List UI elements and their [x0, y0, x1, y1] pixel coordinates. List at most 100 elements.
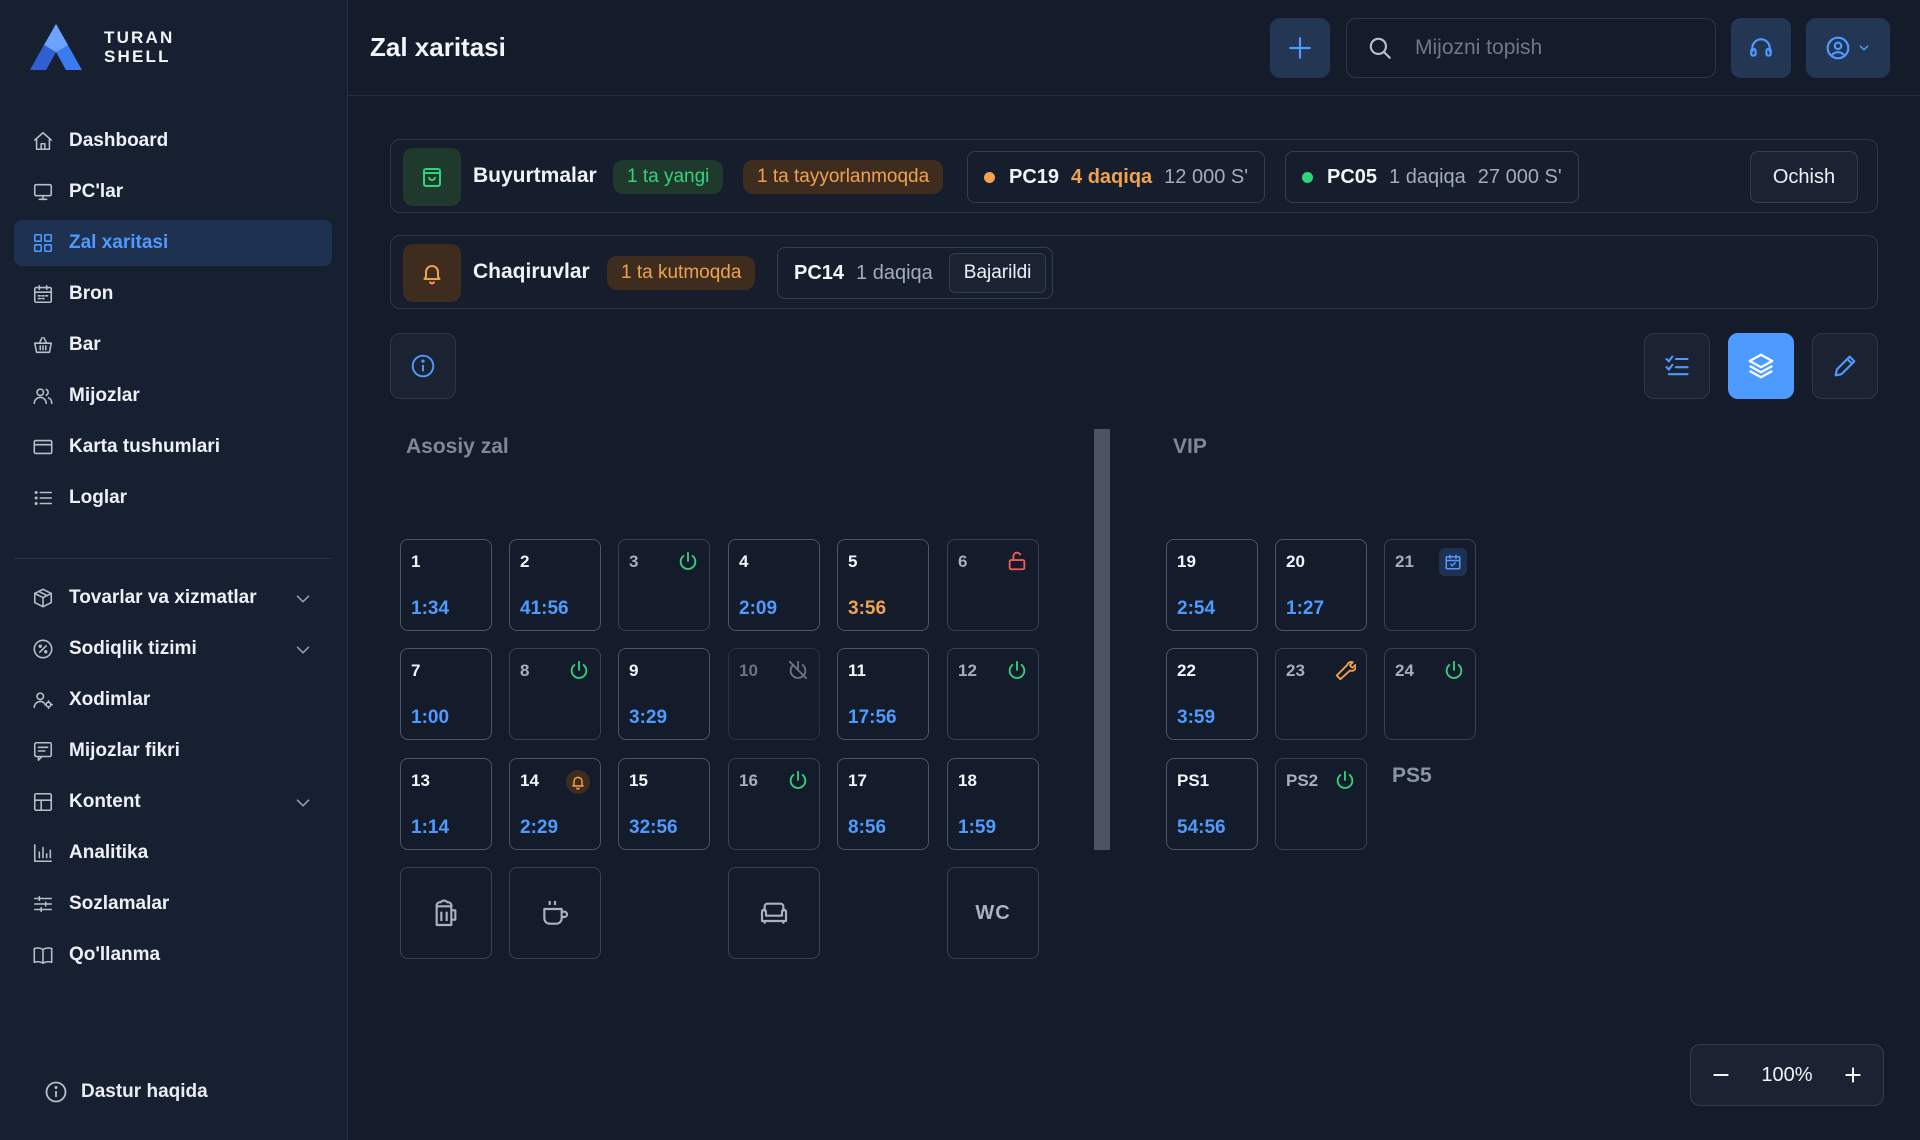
pc-tile[interactable]: 16 [728, 758, 820, 850]
sidebar-nav-main: Dashboard PC'lar Zal xaritasi Bron Bar Mijozl… [14, 118, 332, 526]
layout-icon [30, 789, 56, 815]
search-input[interactable]: Mijozni topish [1346, 18, 1716, 78]
orders-open-button[interactable]: Ochish [1750, 151, 1858, 203]
layers-icon [1748, 353, 1774, 379]
pc-tile[interactable]: 10 [728, 648, 820, 740]
order-chip[interactable]: PC19 4 daqiqa 12 000 S' [967, 151, 1266, 203]
pc-tile[interactable]: 15 32:56 [618, 758, 710, 850]
coffee-tile[interactable] [509, 867, 601, 959]
sidebar-item-bron[interactable]: Bron [14, 271, 332, 317]
pc-tile[interactable]: 6 [947, 539, 1039, 631]
sidebar-item-bar[interactable]: Bar [14, 322, 332, 368]
pc-tile[interactable]: 8 [509, 648, 601, 740]
pc-tile[interactable]: PS1 54:56 [1166, 758, 1258, 850]
sidebar-item-sodiqlik-tizimi[interactable]: Sodiqlik tizimi [14, 626, 332, 672]
sofa-tile[interactable] [728, 867, 820, 959]
orders-new-badge[interactable]: 1 ta yangi [613, 160, 724, 194]
about-link[interactable]: Dastur haqida [44, 1080, 208, 1104]
session-time: 32:56 [629, 817, 678, 838]
wc-tile[interactable]: WC [947, 867, 1039, 959]
pc-tile[interactable]: 23 [1275, 648, 1367, 740]
sidebar-item-analitika[interactable]: Analitika [14, 830, 332, 876]
pc-tile[interactable]: 11 17:56 [837, 648, 929, 740]
session-time: 1:34 [411, 598, 450, 619]
pc-number: 21 [1395, 552, 1414, 571]
pc-tile[interactable]: 13 1:14 [400, 758, 492, 850]
calendar-icon [30, 281, 56, 307]
order-amount: 12 000 S' [1164, 165, 1249, 188]
pc-tile[interactable]: 7 1:00 [400, 648, 492, 740]
about-label: Dastur haqida [81, 1081, 208, 1102]
sidebar-item-loglar[interactable]: Loglar [14, 475, 332, 521]
logo[interactable]: TURAN SHELL [28, 22, 175, 72]
sidebar-item-kontent[interactable]: Kontent [14, 779, 332, 825]
layers-view-button[interactable] [1728, 333, 1794, 399]
add-button[interactable] [1270, 18, 1330, 78]
legend-info-button[interactable] [390, 333, 456, 399]
chevron-down-icon[interactable] [292, 639, 314, 661]
session-time: 3:29 [629, 707, 668, 728]
sidebar-item-mijozlar[interactable]: Mijozlar [14, 373, 332, 419]
pc-tile[interactable]: 4 2:09 [728, 539, 820, 631]
pc-tile[interactable]: 21 [1384, 539, 1476, 631]
orders-bar: Buyurtmalar 1 ta yangi 1 ta tayyorlanmoq… [390, 139, 1878, 213]
pc-tile[interactable]: 24 [1384, 648, 1476, 740]
zoom-in-button[interactable] [1823, 1045, 1883, 1105]
pc-tile[interactable]: 18 1:59 [947, 758, 1039, 850]
session-time: 1:27 [1286, 598, 1325, 619]
session-time: 2:54 [1177, 598, 1216, 619]
session-time: 1:14 [411, 817, 450, 838]
pc-tile[interactable]: 20 1:27 [1275, 539, 1367, 631]
session-time: 1:00 [411, 707, 450, 728]
logo-icon [30, 24, 82, 70]
sidebar-item-zal-xaritasi[interactable]: Zal xaritasi [14, 220, 332, 266]
power-icon [1006, 659, 1028, 681]
percent-badge-icon [30, 636, 56, 662]
pc-tile[interactable]: PS2 [1275, 758, 1367, 850]
pc-tile[interactable]: 12 [947, 648, 1039, 740]
pc-tile[interactable]: 9 3:29 [618, 648, 710, 740]
calls-bar: Chaqiruvlar 1 ta kutmoqda PC14 1 daqiqa … [390, 235, 1878, 309]
chevron-down-icon[interactable] [292, 792, 314, 814]
sidebar-item-label: Karta tushumlari [69, 436, 220, 457]
beer-tile[interactable] [400, 867, 492, 959]
pc-tile[interactable]: 19 2:54 [1166, 539, 1258, 631]
sidebar-item-label: Tovarlar va xizmatlar [69, 587, 257, 608]
pc-number: 16 [739, 771, 758, 790]
sidebar-item-tovarlar-va-xizmatlar[interactable]: Tovarlar va xizmatlar [14, 575, 332, 621]
orders-preparing-badge[interactable]: 1 ta tayyorlanmoqda [743, 160, 944, 194]
pc-number: 1 [411, 552, 421, 571]
pc-tile[interactable]: 2 41:56 [509, 539, 601, 631]
zoom-out-button[interactable] [1691, 1045, 1751, 1105]
sidebar-item-dashboard[interactable]: Dashboard [14, 118, 332, 164]
call-pc: PC14 [794, 261, 845, 284]
checklist-icon [1665, 355, 1689, 376]
page-title: Zal xaritasi [370, 32, 506, 62]
pc-tile[interactable]: 1 1:34 [400, 539, 492, 631]
pc-tile[interactable]: 5 3:56 [837, 539, 929, 631]
pc-tile[interactable]: 22 3:59 [1166, 648, 1258, 740]
sidebar-item-pc-lar[interactable]: PC'lar [14, 169, 332, 215]
sidebar-item-label: Bron [69, 283, 114, 304]
sidebar-item-qo-llanma[interactable]: Qo'llanma [14, 932, 332, 978]
calls-waiting-badge[interactable]: 1 ta kutmoqda [607, 256, 756, 290]
profile-menu-button[interactable] [1806, 18, 1890, 78]
edit-map-button[interactable] [1812, 333, 1878, 399]
support-button[interactable] [1731, 18, 1791, 78]
call-done-button[interactable]: Bajarildi [948, 253, 1047, 293]
pc-tile[interactable]: 3 [618, 539, 710, 631]
order-chip[interactable]: PC05 1 daqiqa 27 000 S' [1285, 151, 1579, 203]
sidebar-item-xodimlar[interactable]: Xodimlar [14, 677, 332, 723]
coffee-icon [510, 868, 600, 958]
sidebar-item-sozlamalar[interactable]: Sozlamalar [14, 881, 332, 927]
pc-tile[interactable]: 17 8:56 [837, 758, 929, 850]
sliders-icon [30, 891, 56, 917]
sidebar-item-mijozlar-fikri[interactable]: Mijozlar fikri [14, 728, 332, 774]
sofa-icon [729, 868, 819, 958]
chevron-down-icon[interactable] [292, 588, 314, 610]
checklist-view-button[interactable] [1644, 333, 1710, 399]
pc-tile[interactable]: 14 2:29 [509, 758, 601, 850]
shopping-bag-icon [423, 168, 441, 187]
sidebar-item-label: Analitika [69, 842, 149, 863]
sidebar-item-karta-tushumlari[interactable]: Karta tushumlari [14, 424, 332, 470]
